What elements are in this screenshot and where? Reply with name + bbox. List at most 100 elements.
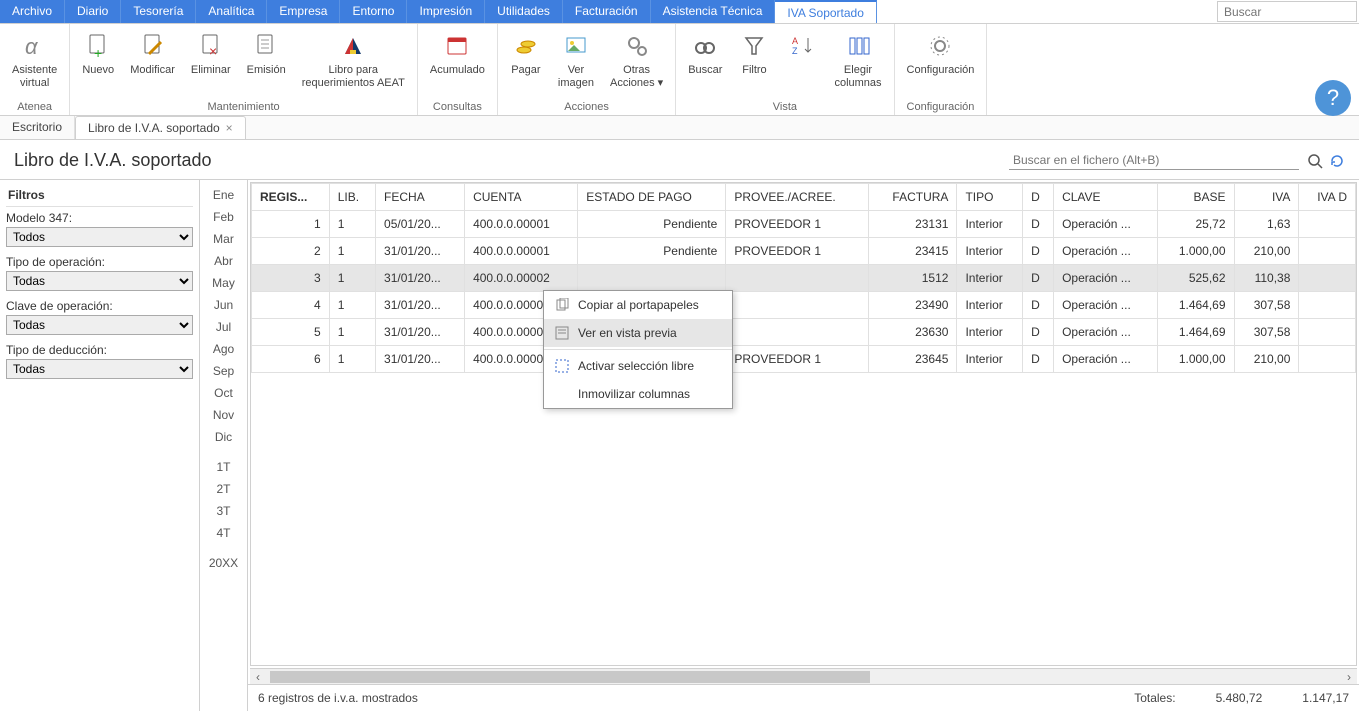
menu-item-empresa[interactable]: Empresa: [267, 0, 340, 23]
month-2t[interactable]: 2T: [200, 478, 247, 500]
close-icon[interactable]: ×: [226, 121, 233, 135]
context-menu-item[interactable]: Copiar al portapapeles: [544, 291, 732, 319]
horizontal-scrollbar[interactable]: ‹ ›: [250, 668, 1357, 684]
column-header[interactable]: IVA: [1234, 184, 1299, 211]
month-mar[interactable]: Mar: [200, 228, 247, 250]
ribbon-button-otras[interactable]: OtrasAcciones ▾: [604, 28, 669, 92]
months-column: EneFebMarAbrMayJunJulAgoSepOctNovDic 1T2T…: [200, 180, 248, 711]
context-menu-item[interactable]: Ver en vista previa: [544, 319, 732, 347]
column-header[interactable]: PROVEE./ACREE.: [726, 184, 869, 211]
month-ene[interactable]: Ene: [200, 184, 247, 206]
table-row[interactable]: 1105/01/20...400.0.0.00001PendientePROVE…: [252, 211, 1356, 238]
month-oct[interactable]: Oct: [200, 382, 247, 404]
ribbon-button-acumulado[interactable]: Acumulado: [424, 28, 491, 79]
table-row[interactable]: 6131/01/20...400.0.0.00001PendientePROVE…: [252, 346, 1356, 373]
ribbon-button-buscar[interactable]: Buscar: [682, 28, 728, 79]
menu-item-asistencia-técnica[interactable]: Asistencia Técnica: [651, 0, 776, 23]
menu-item-impresión[interactable]: Impresión: [407, 0, 485, 23]
ribbon-button-pagar[interactable]: Pagar: [504, 28, 548, 79]
refresh-icon[interactable]: [1329, 153, 1345, 169]
month-1t[interactable]: 1T: [200, 456, 247, 478]
table-cell: 6: [252, 346, 330, 373]
table-cell: 1.000,00: [1157, 238, 1234, 265]
menu-item-archivo[interactable]: Archivo: [0, 0, 65, 23]
filter-select[interactable]: Todas: [6, 359, 193, 379]
ribbon-button-libro-para[interactable]: Libro pararequerimientos AEAT: [296, 28, 411, 92]
table-cell: 23415: [869, 238, 957, 265]
month-feb[interactable]: Feb: [200, 206, 247, 228]
ribbon-button-configuraci-n[interactable]: Configuración: [901, 28, 981, 79]
menu-item-facturación[interactable]: Facturación: [563, 0, 651, 23]
month-jun[interactable]: Jun: [200, 294, 247, 316]
menu-item-tesorería[interactable]: Tesorería: [121, 0, 196, 23]
global-search-input[interactable]: [1217, 1, 1357, 22]
column-header[interactable]: IVA D: [1299, 184, 1356, 211]
column-header[interactable]: FACTURA: [869, 184, 957, 211]
gear-icon: [924, 30, 956, 62]
column-header[interactable]: TIPO: [957, 184, 1023, 211]
ribbon-button-emisi-n[interactable]: Emisión: [241, 28, 292, 79]
scroll-left-arrow[interactable]: ‹: [250, 669, 266, 685]
doc-tab[interactable]: Libro de I.V.A. soportado×: [75, 116, 246, 139]
month-abr[interactable]: Abr: [200, 250, 247, 272]
menu-item-diario[interactable]: Diario: [65, 0, 121, 23]
calendar-icon: [441, 30, 473, 62]
context-menu-item[interactable]: Activar selección libre: [544, 352, 732, 380]
menu-item-analítica[interactable]: Analítica: [196, 0, 267, 23]
menu-item-iva-soportado[interactable]: IVA Soportado: [775, 0, 877, 23]
ribbon-button-modificar[interactable]: Modificar: [124, 28, 181, 79]
column-header[interactable]: FECHA: [376, 184, 465, 211]
ribbon-button-asistente[interactable]: αAsistentevirtual: [6, 28, 63, 92]
ribbon-button-eliminar[interactable]: ×Eliminar: [185, 28, 237, 79]
help-button[interactable]: ?: [1315, 80, 1351, 116]
ribbon-group-configuración: ConfiguraciónConfiguración: [895, 24, 988, 115]
table-cell: 400.0.0.00001: [465, 211, 578, 238]
column-header[interactable]: D: [1023, 184, 1054, 211]
context-menu[interactable]: Copiar al portapapelesVer en vista previ…: [543, 290, 733, 409]
filter-select[interactable]: Todos: [6, 227, 193, 247]
filter-label: Tipo de operación:: [6, 255, 193, 269]
file-search-input[interactable]: [1009, 151, 1299, 170]
month-20xx[interactable]: 20XX: [200, 552, 247, 574]
filter-select[interactable]: Todas: [6, 271, 193, 291]
menu-item-utilidades[interactable]: Utilidades: [485, 0, 563, 23]
table-cell: PROVEEDOR 1: [726, 346, 869, 373]
ribbon-group-label: Vista: [773, 99, 797, 113]
menu-item-entorno[interactable]: Entorno: [340, 0, 407, 23]
ribbon-button-ver[interactable]: Verimagen: [552, 28, 600, 92]
scroll-right-arrow[interactable]: ›: [1341, 669, 1357, 685]
search-icon[interactable]: [1307, 153, 1323, 169]
table-row[interactable]: 4131/01/20...400.0.0.0000123490InteriorD…: [252, 292, 1356, 319]
context-menu-item[interactable]: Inmovilizar columnas: [544, 380, 732, 408]
filter-select[interactable]: Todas: [6, 315, 193, 335]
scroll-thumb[interactable]: [270, 671, 870, 683]
month-ago[interactable]: Ago: [200, 338, 247, 360]
ribbon-button-nuevo[interactable]: +Nuevo: [76, 28, 120, 79]
month-jul[interactable]: Jul: [200, 316, 247, 338]
table-cell: 1.000,00: [1157, 346, 1234, 373]
month-sep[interactable]: Sep: [200, 360, 247, 382]
column-header[interactable]: CUENTA: [465, 184, 578, 211]
month-dic[interactable]: Dic: [200, 426, 247, 448]
month-nov[interactable]: Nov: [200, 404, 247, 426]
month-may[interactable]: May: [200, 272, 247, 294]
column-header[interactable]: LIB.: [329, 184, 375, 211]
table-cell: Operación ...: [1054, 238, 1158, 265]
doc-tab[interactable]: Escritorio: [0, 116, 75, 139]
svg-text:×: ×: [209, 43, 217, 59]
table-row[interactable]: 3131/01/20...400.0.0.000021512InteriorDO…: [252, 265, 1356, 292]
month-4t[interactable]: 4T: [200, 522, 247, 544]
column-header[interactable]: BASE: [1157, 184, 1234, 211]
month-3t[interactable]: 3T: [200, 500, 247, 522]
table-cell: 1512: [869, 265, 957, 292]
ribbon-button-sort-az[interactable]: AZ: [780, 28, 824, 66]
table-row[interactable]: 2131/01/20...400.0.0.00001PendientePROVE…: [252, 238, 1356, 265]
column-header[interactable]: CLAVE: [1054, 184, 1158, 211]
table-row[interactable]: 5131/01/20...400.0.0.0000123630InteriorD…: [252, 319, 1356, 346]
column-header[interactable]: ESTADO DE PAGO: [578, 184, 726, 211]
column-header[interactable]: REGIS...: [252, 184, 330, 211]
ribbon-button-elegir[interactable]: Elegircolumnas: [828, 28, 887, 92]
table-cell: D: [1023, 292, 1054, 319]
ribbon-group-label: Mantenimiento: [207, 99, 279, 113]
ribbon-button-filtro[interactable]: Filtro: [732, 28, 776, 79]
